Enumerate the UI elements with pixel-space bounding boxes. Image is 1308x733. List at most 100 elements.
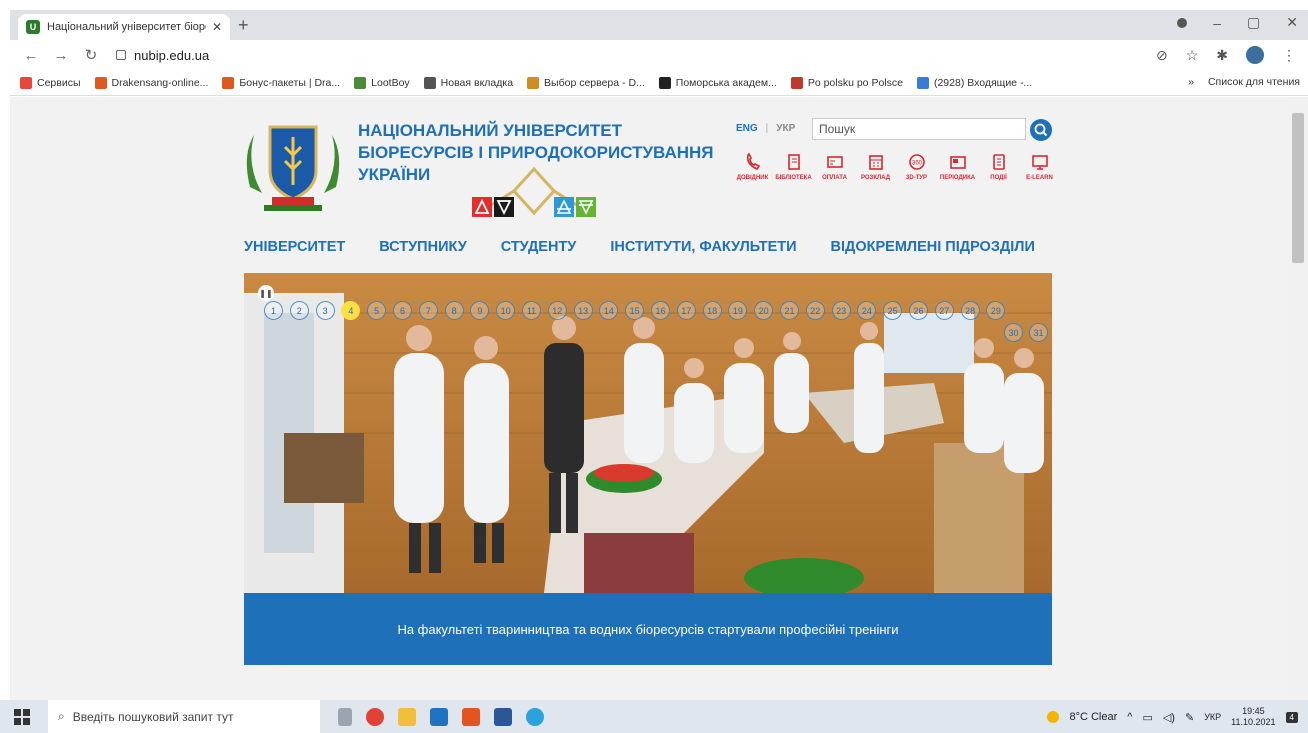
quick-link-label: БІБЛІОТЕКА [775,175,812,181]
nav-item[interactable]: ВІДОКРЕМЛЕНІ ПІДРОЗДІЛИ [831,239,1035,255]
slider-dot-17[interactable]: 17 [676,301,696,320]
lang-en-link[interactable]: ENG [736,123,758,134]
slider-dot-11[interactable]: 11 [522,301,541,320]
slider-dot-1[interactable]: 1 [264,301,283,320]
system-clock[interactable]: 19:45 11.10.2021 [1231,706,1275,728]
language-switch: ENG | УКР [736,123,795,134]
mail-icon[interactable] [430,707,448,726]
main-nav: УНІВЕРСИТЕТ ВСТУПНИКУ СТУДЕНТУ ІНСТИТУТИ, Ф… [244,239,1069,255]
quick-links: ДОВІДНИК БІБЛІОТЕКА ОПЛАТА РОЗКЛАД 360 3D-ТУР… [732,152,1060,181]
bookmark-item[interactable]: (2928) Входящие -... [916,76,1032,89]
nav-item[interactable]: СТУДЕНТУ [501,239,577,255]
calendar-icon [868,155,883,170]
nav-item[interactable]: ІНСТИТУТИ, ФАКУЛЬТЕТИ [610,239,796,255]
quick-link-події[interactable]: ПОДІЇ [978,152,1019,181]
slider-dot-30[interactable]: 30 [1004,323,1023,342]
bookmark-item[interactable]: Drakensang-online... [94,76,208,89]
bookmark-favicon-icon [790,76,803,89]
nav-item[interactable]: ВСТУПНИКУ [379,239,466,255]
extensions-icon[interactable]: ✱ [1216,47,1228,64]
input-language[interactable]: УКР [1204,712,1221,722]
slider-dot-22[interactable]: 22 [805,301,825,320]
word-icon[interactable] [494,707,512,726]
quick-link-періодика[interactable]: ПЕРІОДИКА [937,152,978,181]
quick-link-розклад[interactable]: РОЗКЛАД [855,152,896,181]
bookmarks-bar: Сервисы Drakensang-online... Бонус-пакеты … [10,70,1308,96]
slider-dot-28[interactable]: 28 [960,301,980,320]
bookmark-item[interactable]: Сервисы [20,76,81,89]
quick-link-e-learn[interactable]: E-LEARN [1019,152,1060,181]
new-tab-button[interactable]: + [238,15,249,36]
slider-dot-6[interactable]: 6 [393,301,412,320]
forward-icon[interactable]: → [52,47,70,64]
bookmark-label: LootBoy [371,76,410,89]
slider-dot-21[interactable]: 21 [780,301,799,320]
nav-item[interactable]: УНІВЕРСИТЕТ [244,239,345,255]
page-scrollbar[interactable] [1288,97,1308,700]
tray-expand-icon[interactable]: ^ [1127,711,1132,723]
more-bookmarks-button[interactable]: » [1188,76,1194,88]
volume-icon[interactable]: ◁) [1163,711,1175,724]
hero-caption[interactable]: На факультеті тваринництва та водних біо… [244,593,1052,665]
windows-taskbar: ⌕ Введіть пошуковий запит тут 8°C Clear … [0,700,1308,733]
quick-link-оплата[interactable]: ОПЛАТА [814,152,855,181]
bookmark-item[interactable]: Новая вкладка [423,76,514,89]
weather-moon-icon [1047,711,1060,723]
window-top-edge [0,0,1308,10]
file-explorer-icon[interactable] [398,707,416,726]
slider-dot-18[interactable]: 18 [702,301,722,320]
bookmark-item[interactable]: Поморська академ... [658,76,777,89]
notifications-icon[interactable]: 4 [1285,711,1298,723]
bookmark-item[interactable]: Выбор сервера - D... [527,76,645,89]
profile-avatar[interactable] [1246,46,1264,64]
maximize-icon[interactable]: ▢ [1247,14,1260,31]
windows-start-icon[interactable] [14,708,30,725]
slider-dot-7[interactable]: 7 [418,301,438,320]
privacy-icon[interactable]: ⊘ [1156,47,1168,64]
slider-dot-3[interactable]: 3 [315,301,335,320]
task-view-icon[interactable] [338,707,352,726]
slider-dot-12[interactable]: 12 [547,301,567,320]
slider-dot-31[interactable]: 31 [1029,323,1048,342]
weather-text[interactable]: 8°C Clear [1069,711,1117,723]
bookmark-item[interactable]: Бонус-пакеты | Dra... [222,76,340,89]
taskbar-search-input[interactable]: ⌕ Введіть пошуковий запит тут [48,700,320,733]
bookmark-item[interactable]: Po polsku po Polsce [790,76,903,89]
bookmark-label: Новая вкладка [440,76,514,89]
bookmark-favicon-icon [916,76,929,89]
quick-link-бібліотека[interactable]: БІБЛІОТЕКА [773,152,814,181]
pause-slider-icon[interactable]: ❚❚ [258,285,274,301]
address-bar: ← → ↻ nubip.edu.ua ⊘ ☆ ✱ ⋮ [10,40,1308,70]
close-tab-icon[interactable]: ✕ [212,20,222,34]
minimize-icon[interactable]: – [1213,15,1221,31]
back-icon[interactable]: ← [22,47,40,64]
slider-dot-27[interactable]: 27 [934,301,954,320]
quick-link-3d-тур[interactable]: 360 3D-ТУР [896,152,937,181]
quick-link-довідник[interactable]: ДОВІДНИК [732,152,773,181]
chrome-icon[interactable] [366,707,384,726]
search-icon[interactable] [1030,119,1052,141]
bookmark-star-icon[interactable]: ☆ [1186,47,1199,64]
bookmark-item[interactable]: LootBoy [354,76,410,89]
reload-icon[interactable]: ↻ [82,46,100,64]
slider-dot-13[interactable]: 13 [573,301,593,320]
site-search-input[interactable]: Пошук [812,118,1026,140]
telegram-icon[interactable] [526,707,544,726]
tab-search-icon[interactable] [1177,17,1188,28]
scrollbar-thumb[interactable] [1292,113,1304,263]
emblem-symbols [472,167,596,217]
reading-list-button[interactable]: Список для чтения [1208,76,1300,88]
close-window-icon[interactable]: ✕ [1286,14,1298,31]
slider-dot-2[interactable]: 2 [289,301,309,320]
slider-dot-8[interactable]: 8 [444,301,464,320]
pen-icon[interactable]: ✎ [1185,711,1194,724]
slider-dot-16[interactable]: 16 [651,301,670,320]
office-icon[interactable] [462,707,480,726]
slider-dot-23[interactable]: 23 [831,301,851,320]
slider-dot-26[interactable]: 26 [909,301,928,320]
url-field[interactable]: nubip.edu.ua [116,48,209,63]
network-icon[interactable]: ▭ [1142,711,1152,724]
browser-tab[interactable]: U Національний університет біорес ✕ [18,14,230,40]
lang-ua-link[interactable]: УКР [776,123,795,134]
menu-icon[interactable]: ⋮ [1282,47,1296,64]
